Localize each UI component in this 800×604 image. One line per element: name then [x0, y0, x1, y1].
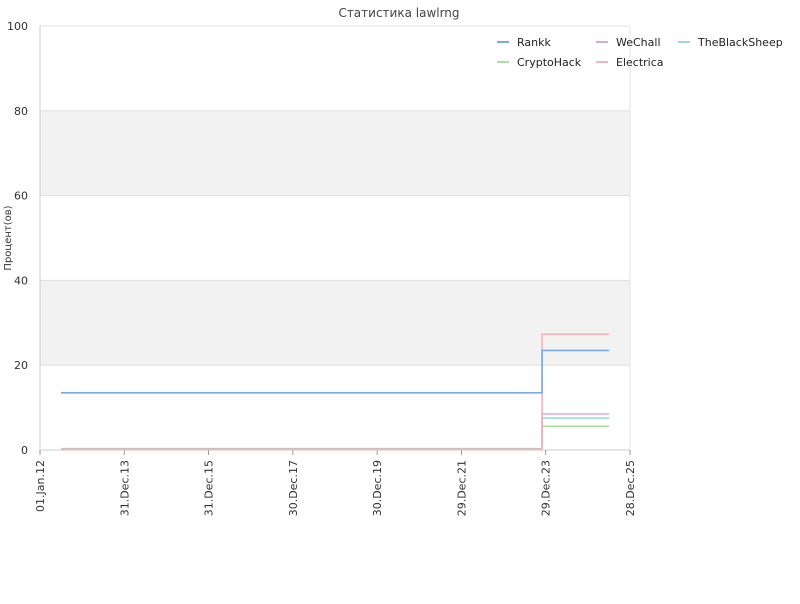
x-tick-label: 30.Dec.19: [371, 460, 384, 516]
chart-root: 0 20 40 60 80 100 01.Jan.12 31.Dec.13 31.Dec.15 3…: [0, 0, 800, 600]
x-tick-label: 31.Dec.15: [203, 460, 216, 516]
grid-band: [40, 110, 630, 196]
y-tick-label: 60: [14, 190, 28, 203]
x-tick-label: 30.Dec.17: [287, 460, 300, 516]
legend-label: Rankk: [517, 36, 551, 49]
y-tick-label: 80: [14, 105, 28, 118]
series-line-wechall: [61, 413, 610, 450]
x-tick-label: 01.Jan.12: [34, 460, 47, 512]
chart-bands: [40, 110, 630, 366]
y-tick-label: 20: [14, 359, 28, 372]
legend-label: Electrica: [616, 56, 664, 69]
chart-legend: Rankk WeChall TheBlackSheep CryptoHack Elect…: [497, 36, 783, 69]
chart-title: Статистика lawlrng: [338, 6, 459, 20]
x-tick-label: 29.Dec.23: [540, 460, 553, 516]
y-tick-label: 0: [21, 444, 28, 457]
y-tick-label: 40: [14, 274, 28, 287]
series-line-cryptohack: [61, 425, 610, 450]
x-tick-label: 28.Dec.25: [624, 460, 637, 516]
x-tick-label: 29.Dec.21: [455, 460, 468, 516]
chart-svg: 0 20 40 60 80 100 01.Jan.12 31.Dec.13 31.Dec.15 3…: [3, 6, 783, 516]
legend-label: WeChall: [616, 36, 661, 49]
y-tick-label: 100: [7, 20, 28, 33]
series-line-theblacksheep: [61, 417, 610, 450]
legend-label: CryptoHack: [517, 56, 582, 69]
legend-label: TheBlackSheep: [697, 36, 783, 49]
y-axis-label: Процент(ов): [3, 205, 14, 270]
x-tick-label: 31.Dec.13: [118, 460, 131, 516]
